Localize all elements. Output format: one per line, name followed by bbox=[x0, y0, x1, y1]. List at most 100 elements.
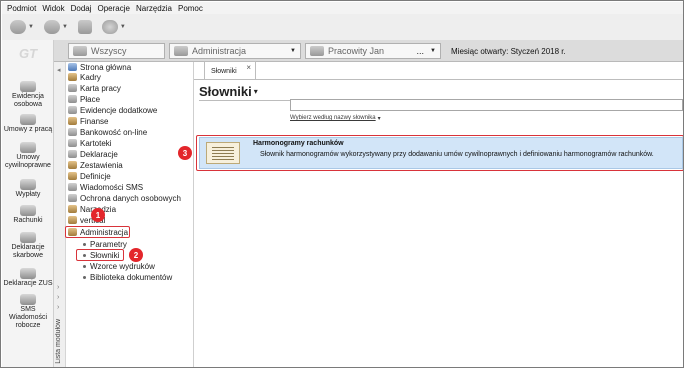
tab-label: Słowniki bbox=[211, 68, 237, 75]
tree-item-strona-glowna[interactable]: Strona główna bbox=[68, 62, 131, 72]
tree-item-label: Ewidencje dodatkowe bbox=[80, 105, 158, 115]
tree-subitem-biblioteka[interactable]: Biblioteka dokumentów bbox=[83, 272, 172, 282]
tree-item-bankowosc[interactable]: Bankowość on-line bbox=[68, 127, 147, 137]
module-umowy-z-praca[interactable]: Umowy z pracą bbox=[2, 114, 54, 134]
menu-widok[interactable]: Widok bbox=[39, 4, 67, 13]
module-umowy-cywilnoprawne[interactable]: Umowy cywilnoprawne bbox=[2, 142, 54, 170]
close-icon[interactable]: × bbox=[246, 63, 251, 72]
sms-icon bbox=[68, 183, 77, 191]
tree-item-zestawienia[interactable]: Zestawienia bbox=[68, 160, 123, 170]
tree-item-label: Płace bbox=[80, 94, 101, 104]
module-sms[interactable]: SMS Wiadomości robocze bbox=[2, 294, 54, 330]
people-icon bbox=[20, 81, 36, 92]
context-admin-select[interactable]: Administracja ▼ bbox=[169, 43, 301, 59]
tree-subitem-wzorce-wydrukow[interactable]: Wzorce wydruków bbox=[83, 261, 155, 271]
module-rachunki[interactable]: Rachunki bbox=[2, 205, 54, 225]
highlight-slowniki bbox=[76, 249, 124, 261]
tab-slowniki[interactable]: Słowniki × bbox=[204, 61, 256, 79]
module-list-sidebar: ◂ › › › Lista modułów bbox=[54, 62, 66, 367]
tree-item-ewidencje-dodatkowe[interactable]: Ewidencje dodatkowe bbox=[68, 105, 157, 115]
card-icon bbox=[68, 84, 77, 92]
tree-item-label: Wiadomości SMS bbox=[80, 182, 144, 192]
highlight-harmonogramy bbox=[196, 135, 683, 171]
menu-pomoc[interactable]: Pomoc bbox=[175, 4, 206, 13]
forward-button[interactable]: ▼ bbox=[43, 20, 68, 34]
module-ewidencja-osobowa[interactable]: Ewidencja osobowa bbox=[2, 81, 54, 109]
search-input[interactable] bbox=[290, 99, 683, 111]
tree-item-label: Zestawienia bbox=[80, 160, 123, 170]
page-title-text: Słowniki bbox=[199, 84, 252, 99]
tax-icon bbox=[20, 232, 36, 243]
declaration-icon bbox=[68, 150, 77, 158]
tree-item-deklaracje[interactable]: Deklaracje bbox=[68, 149, 118, 159]
search-mode-dropdown[interactable]: Wybierz według nazwy słownika ▾ bbox=[290, 115, 381, 122]
back-button[interactable]: ▼ bbox=[10, 20, 34, 34]
tree-item-kadry[interactable]: Kadry bbox=[68, 72, 101, 82]
tree-item-label: Definicje bbox=[80, 171, 111, 181]
chevron-down-icon: ▼ bbox=[119, 24, 126, 30]
app-logo: GT bbox=[18, 45, 38, 61]
chevron-down-icon: ▼ bbox=[290, 48, 296, 54]
bullet-icon bbox=[83, 275, 86, 279]
cash-icon bbox=[68, 95, 77, 103]
help-button[interactable]: ▼ bbox=[101, 20, 126, 34]
contract-icon bbox=[20, 114, 36, 125]
module-label: Ewidencja osobowa bbox=[12, 93, 44, 108]
bullet-icon bbox=[83, 242, 86, 246]
module-deklaracje-zus[interactable]: Deklaracje ZUS bbox=[2, 268, 54, 288]
tree-subitem-parametry[interactable]: Parametry bbox=[83, 239, 127, 249]
forward-arrow-icon bbox=[43, 20, 60, 34]
module-deklaracje-skarbowe[interactable]: Deklaracje skarbowe bbox=[2, 232, 54, 260]
module-label: Wypłaty bbox=[15, 191, 41, 198]
person-icon bbox=[310, 46, 324, 56]
tree-item-finanse[interactable]: Finanse bbox=[68, 116, 108, 126]
finance-icon bbox=[68, 117, 77, 125]
toolbar: ▼ ▼ ▼ bbox=[2, 14, 683, 40]
help-icon bbox=[101, 20, 118, 34]
tools-icon bbox=[68, 205, 77, 213]
context-employee-select[interactable]: Pracowity Jan ... ▼ bbox=[305, 43, 441, 59]
tree-item-label: Karta pracy bbox=[80, 83, 121, 93]
chevron-right-icon: › bbox=[57, 284, 60, 291]
module-label: Umowy z pracą bbox=[3, 126, 53, 133]
tree-item-kartoteki[interactable]: Kartoteki bbox=[68, 138, 112, 148]
page-title[interactable]: Słowniki ▾ bbox=[199, 84, 258, 99]
tree-item-definicje[interactable]: Definicje bbox=[68, 171, 111, 181]
context-all-label: Wszyscy bbox=[91, 46, 127, 56]
tree-item-karta-pracy[interactable]: Karta pracy bbox=[68, 83, 121, 93]
tree-item-label: Bankowość on-line bbox=[80, 127, 148, 137]
bank-icon bbox=[68, 128, 77, 136]
contract-icon bbox=[20, 142, 36, 153]
step-badge-2: 2 bbox=[129, 248, 143, 262]
module-wyplaty[interactable]: Wypłaty bbox=[2, 179, 54, 199]
folder-icon bbox=[68, 139, 77, 147]
bullet-icon bbox=[83, 264, 86, 268]
menu-podmiot[interactable]: Podmiot bbox=[2, 4, 39, 13]
tree-item-ochrona-danych[interactable]: Ochrona danych osobowych bbox=[68, 193, 181, 203]
highlight-administracja bbox=[65, 226, 130, 238]
database-button[interactable] bbox=[77, 20, 92, 34]
menu-operacje[interactable]: Operacje bbox=[95, 4, 133, 13]
chevron-down-icon: ▼ bbox=[28, 24, 34, 30]
pin-icon: ◂ bbox=[57, 67, 61, 74]
context-all[interactable]: Wszyscy bbox=[68, 43, 165, 59]
tree-subitem-label: Wzorce wydruków bbox=[90, 261, 155, 271]
tree-item-label: Strona główna bbox=[80, 62, 132, 72]
tree-item-label: Kadry bbox=[80, 72, 101, 82]
zus-icon bbox=[20, 268, 36, 279]
month-status: Miesiąc otwarty: Styczeń 2018 r. bbox=[447, 43, 647, 59]
menu-dodaj[interactable]: Dodaj bbox=[68, 4, 95, 13]
bill-icon bbox=[20, 205, 36, 216]
tree-item-wiadomosci-sms[interactable]: Wiadomości SMS bbox=[68, 182, 143, 192]
menu-narzedzia[interactable]: Narzędzia bbox=[133, 4, 175, 13]
cash-icon bbox=[20, 179, 36, 190]
tree-item-place[interactable]: Płace bbox=[68, 94, 100, 104]
module-label: Umowy cywilnoprawne bbox=[5, 154, 51, 169]
tree-item-label: Kartoteki bbox=[80, 138, 112, 148]
module-label: SMS Wiadomości robocze bbox=[8, 306, 48, 329]
month-label: Miesiąc otwarty: Styczeń 2018 r. bbox=[451, 46, 566, 56]
menu-bar: Podmiot Widok Dodaj Operacje Narzędzia P… bbox=[2, 2, 683, 14]
lock-icon bbox=[68, 194, 77, 202]
app-window: Podmiot Widok Dodaj Operacje Narzędzia P… bbox=[0, 0, 684, 368]
database-icon bbox=[77, 20, 92, 34]
